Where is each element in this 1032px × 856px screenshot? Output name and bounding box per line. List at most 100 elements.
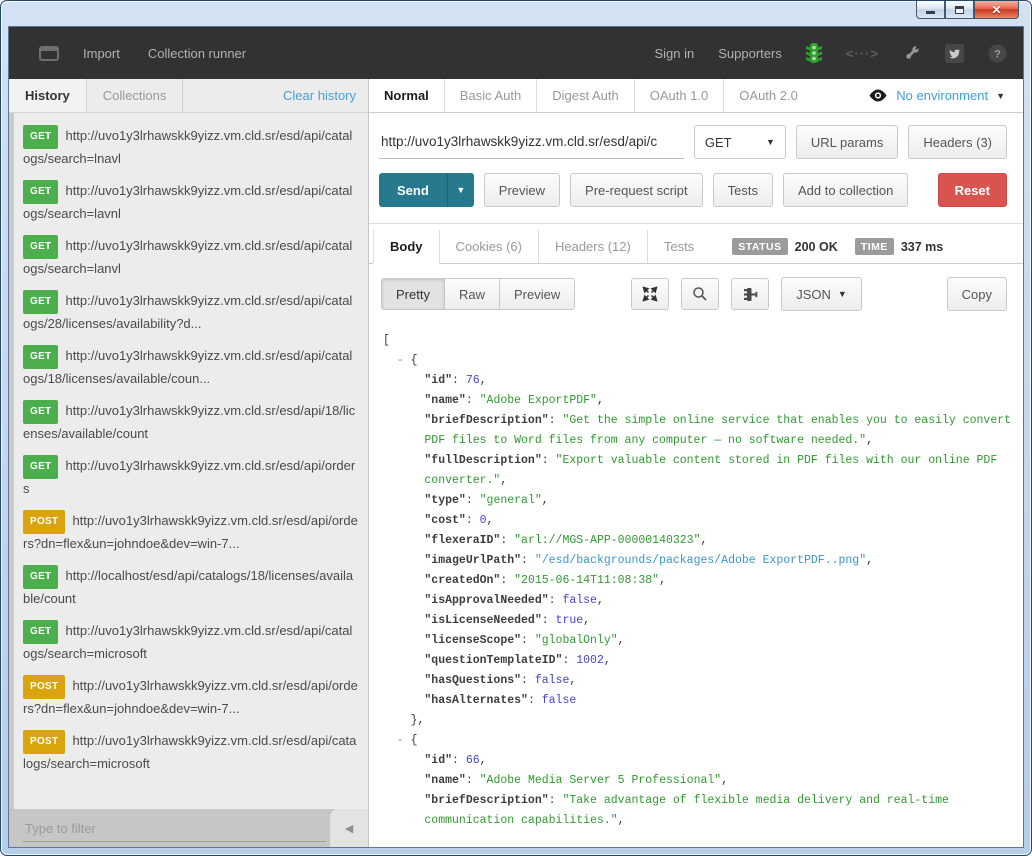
code-token: :: [521, 674, 535, 687]
code-token: ,: [597, 394, 604, 407]
format-select[interactable]: JSON ▼: [781, 277, 862, 311]
prerequest-script-button[interactable]: Pre-request script: [570, 173, 703, 207]
expand-button[interactable]: [631, 278, 669, 310]
history-item[interactable]: GEThttp://uvo1y3lrhawskk9yizz.vm.cld.sr/…: [23, 620, 358, 664]
reset-button[interactable]: Reset: [938, 173, 1007, 207]
restore-icon: [955, 6, 964, 14]
traffic-light-icon[interactable]: [806, 42, 822, 64]
fold-toggle[interactable]: -: [397, 354, 411, 367]
code-token: :: [562, 654, 576, 667]
add-to-collection-button[interactable]: Add to collection: [783, 173, 908, 207]
minimize-button[interactable]: [916, 1, 945, 19]
method-badge: GET: [23, 290, 58, 314]
collections-window-icon[interactable]: [39, 46, 59, 61]
history-url: http://uvo1y3lrhawskk9yizz.vm.cld.sr/esd…: [23, 623, 352, 661]
history-item[interactable]: GEThttp://uvo1y3lrhawskk9yizz.vm.cld.sr/…: [23, 180, 358, 224]
tab-tests[interactable]: Tests: [648, 230, 710, 263]
time-badge: TIME: [855, 238, 894, 255]
search-button[interactable]: [681, 278, 719, 310]
search-icon: [692, 286, 708, 302]
twitter-icon[interactable]: [945, 44, 964, 63]
environment-label: No environment: [896, 88, 988, 103]
environment-selector[interactable]: No environment ▼: [868, 79, 1023, 112]
headers-button[interactable]: Headers (3): [908, 125, 1007, 159]
window-controls: ✕: [916, 1, 1019, 19]
sign-in-button[interactable]: Sign in: [654, 46, 694, 61]
filter-input[interactable]: [23, 820, 330, 837]
tab-digest-auth[interactable]: Digest Auth: [537, 79, 635, 112]
send-split-button: Send ▼: [379, 173, 474, 207]
send-options-button[interactable]: ▼: [447, 173, 474, 207]
code-line: [: [383, 331, 1015, 351]
history-item[interactable]: POSThttp://uvo1y3lrhawskk9yizz.vm.cld.sr…: [23, 730, 358, 774]
import-button[interactable]: Import: [83, 46, 120, 61]
tab-oauth-1[interactable]: OAuth 1.0: [635, 79, 725, 112]
close-button[interactable]: ✕: [974, 1, 1019, 19]
tab-history[interactable]: History: [9, 79, 87, 112]
tab-oauth-2[interactable]: OAuth 2.0: [724, 79, 813, 112]
filter-bar: ◀: [9, 809, 368, 847]
raw-button[interactable]: Raw: [445, 278, 500, 310]
request-pane: GET ▼ URL params Headers (3) Send ▼ Prev…: [369, 113, 1023, 224]
history-item[interactable]: GEThttp://uvo1y3lrhawskk9yizz.vm.cld.sr/…: [23, 290, 358, 334]
tab-body[interactable]: Body: [373, 230, 440, 264]
history-item[interactable]: POSThttp://uvo1y3lrhawskk9yizz.vm.cld.sr…: [23, 510, 358, 554]
url-params-button[interactable]: URL params: [796, 125, 898, 159]
method-badge: GET: [23, 620, 58, 644]
tab-collections[interactable]: Collections: [87, 79, 184, 112]
sidebar-tabs: History Collections Clear history: [9, 79, 368, 113]
code-line: "createdOn": "2015-06-14T11:08:38",: [383, 571, 1015, 591]
send-button[interactable]: Send: [379, 173, 447, 207]
collection-runner-button[interactable]: Collection runner: [148, 46, 246, 61]
code-line: "fullDescription": "Export valuable cont…: [383, 451, 1015, 491]
main-split: History Collections Clear history GEThtt…: [9, 79, 1023, 847]
sidebar-scrollbar[interactable]: [9, 113, 14, 847]
supporters-button[interactable]: Supporters: [718, 46, 782, 61]
view-controls: Pretty Raw Preview: [369, 264, 1023, 321]
collapse-left-icon: ◀: [345, 822, 353, 835]
copy-button[interactable]: Copy: [947, 277, 1007, 311]
tab-headers[interactable]: Headers (12): [539, 230, 648, 263]
window-titlebar[interactable]: ✕: [1, 1, 1031, 26]
code-token: "name": [424, 394, 465, 407]
code-token: :: [521, 554, 535, 567]
history-item[interactable]: GEThttp://uvo1y3lrhawskk9yizz.vm.cld.sr/…: [23, 400, 358, 444]
history-item[interactable]: GEThttp://uvo1y3lrhawskk9yizz.vm.cld.sr/…: [23, 345, 358, 389]
tab-basic-auth[interactable]: Basic Auth: [445, 79, 537, 112]
history-item[interactable]: POSThttp://uvo1y3lrhawskk9yizz.vm.cld.sr…: [23, 675, 358, 719]
history-item[interactable]: GEThttp://uvo1y3lrhawskk9yizz.vm.cld.sr/…: [23, 235, 358, 279]
chevron-down-icon: ▼: [996, 91, 1005, 101]
code-token: ,: [618, 814, 625, 827]
code-icon[interactable]: <···>: [846, 46, 879, 61]
history-item[interactable]: GEThttp://localhost/esd/api/catalogs/18/…: [23, 565, 358, 609]
wrench-icon[interactable]: [903, 44, 921, 62]
history-item[interactable]: GEThttp://uvo1y3lrhawskk9yizz.vm.cld.sr/…: [23, 125, 358, 169]
sidebar-collapse-button[interactable]: ◀: [330, 809, 368, 847]
history-list: GEThttp://uvo1y3lrhawskk9yizz.vm.cld.sr/…: [9, 113, 368, 809]
code-token: :: [466, 514, 480, 527]
history-item[interactable]: GEThttp://uvo1y3lrhawskk9yizz.vm.cld.sr/…: [23, 455, 358, 499]
method-select[interactable]: GET ▼: [694, 125, 786, 159]
url-input[interactable]: [379, 129, 684, 159]
tab-normal[interactable]: Normal: [369, 79, 445, 112]
help-icon[interactable]: ?: [988, 44, 1007, 63]
code-token: "briefDescription": [424, 794, 548, 807]
code-token: :: [452, 374, 466, 387]
code-token: ,: [618, 634, 625, 647]
code-line: "name": "Adobe ExportPDF",: [383, 391, 1015, 411]
preview-mode-button[interactable]: Preview: [500, 278, 575, 310]
expand-icon: [642, 286, 658, 302]
clear-history-link[interactable]: Clear history: [283, 79, 368, 112]
pretty-button[interactable]: Pretty: [381, 278, 445, 310]
tab-cookies[interactable]: Cookies (6): [440, 230, 539, 263]
history-url: http://uvo1y3lrhawskk9yizz.vm.cld.sr/esd…: [23, 183, 352, 221]
postman-app: Import Collection runner Sign in Support…: [8, 26, 1024, 848]
code-token: ,: [487, 514, 494, 527]
tests-button[interactable]: Tests: [713, 173, 773, 207]
fold-toggle[interactable]: -: [397, 734, 411, 747]
restore-button[interactable]: [945, 1, 974, 19]
code-token: ,: [866, 434, 873, 447]
preview-button[interactable]: Preview: [484, 173, 560, 207]
format-indent-button[interactable]: [731, 278, 769, 310]
history-url: http://uvo1y3lrhawskk9yizz.vm.cld.sr/esd…: [23, 458, 355, 496]
